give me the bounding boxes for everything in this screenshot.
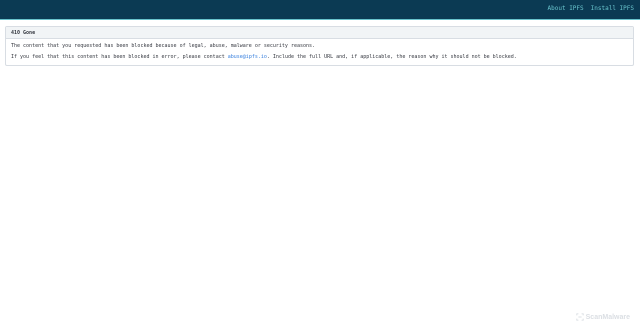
- about-ipfs-link[interactable]: About IPFS: [548, 5, 584, 12]
- scanmalware-logo-icon: [575, 313, 584, 321]
- blocked-reason-text: The content that you requested has been …: [11, 43, 316, 49]
- error-message: The content that you requested has been …: [6, 39, 633, 60]
- top-navigation-bar: About IPFS Install IPFS: [0, 0, 640, 20]
- error-card: 410 Gone The content that you requested …: [5, 26, 634, 66]
- error-title: 410 Gone: [6, 27, 633, 39]
- abuse-email-link[interactable]: abuse@ipfs.io: [228, 54, 267, 60]
- scanmalware-watermark: ScanMalware: [575, 313, 630, 321]
- watermark-label: ScanMalware: [585, 313, 630, 321]
- contact-paragraph: If you feel that this content has been b…: [11, 54, 628, 60]
- header-nav: About IPFS Install IPFS: [548, 5, 634, 12]
- install-ipfs-link[interactable]: Install IPFS: [591, 5, 634, 12]
- contact-text-suffix: . Include the full URL and, if applicabl…: [266, 54, 517, 60]
- contact-text-prefix: If you feel that this content has been b…: [11, 54, 228, 60]
